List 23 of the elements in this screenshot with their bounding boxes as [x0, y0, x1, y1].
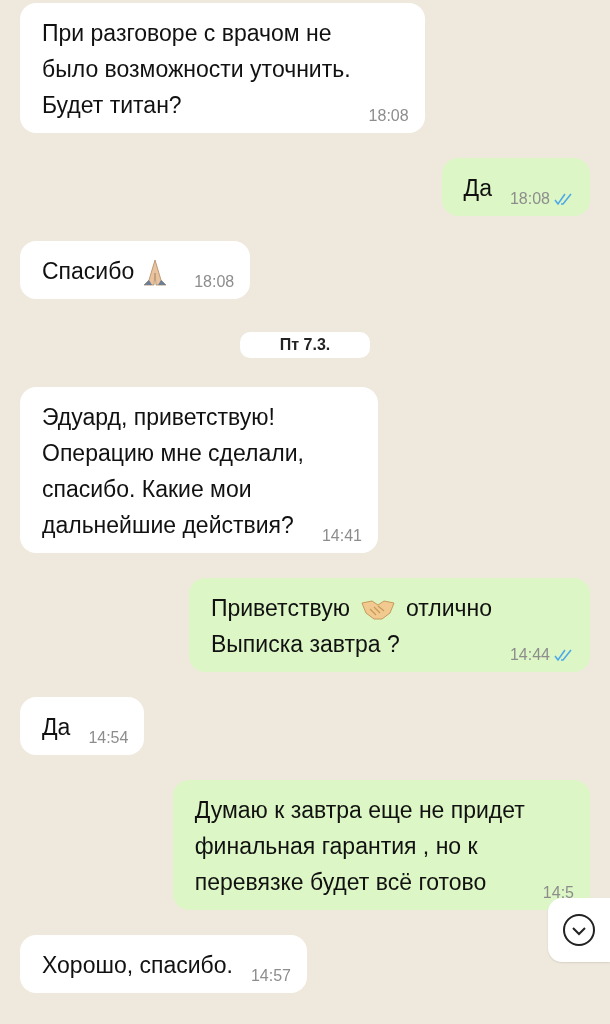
message-time: 18:08 [368, 107, 409, 125]
message-time: 14:57 [250, 967, 291, 985]
scroll-down-button[interactable] [548, 898, 610, 962]
message-time: 18:08 [194, 273, 235, 291]
read-receipt-icon [554, 192, 574, 206]
message-text: При разговоре с врачом не было возможности уточнить. Будет титан? [42, 20, 351, 118]
message-time: 14:44 [509, 646, 550, 664]
message-text: Приветствую [210, 595, 350, 621]
message-text: отлично [405, 595, 492, 621]
message-text: Да [463, 175, 492, 201]
message-time: 14:41 [321, 527, 362, 545]
message-text: Спасибо [42, 258, 135, 284]
date-separator: Пт 7.3. [239, 332, 371, 358]
message-text: Эдуард, приветствую! Операцию мне сделали, спасибо. Какие мои дальнейшие действия? [42, 404, 304, 538]
message-text: Хорошо, спасибо. [42, 952, 233, 978]
message-time: 14:54 [88, 729, 129, 747]
message-text: Да [42, 714, 71, 740]
message-time: 14:5 [542, 884, 574, 902]
message-time: 18:08 [509, 190, 550, 208]
message-text: Думаю к завтра еще не придет финальная гарантия , но к перевязке будет всё готово [194, 797, 525, 895]
chevron-down-icon [562, 913, 596, 947]
read-receipt-icon [554, 648, 574, 662]
message-text: Выписка завтра ? [210, 631, 400, 657]
